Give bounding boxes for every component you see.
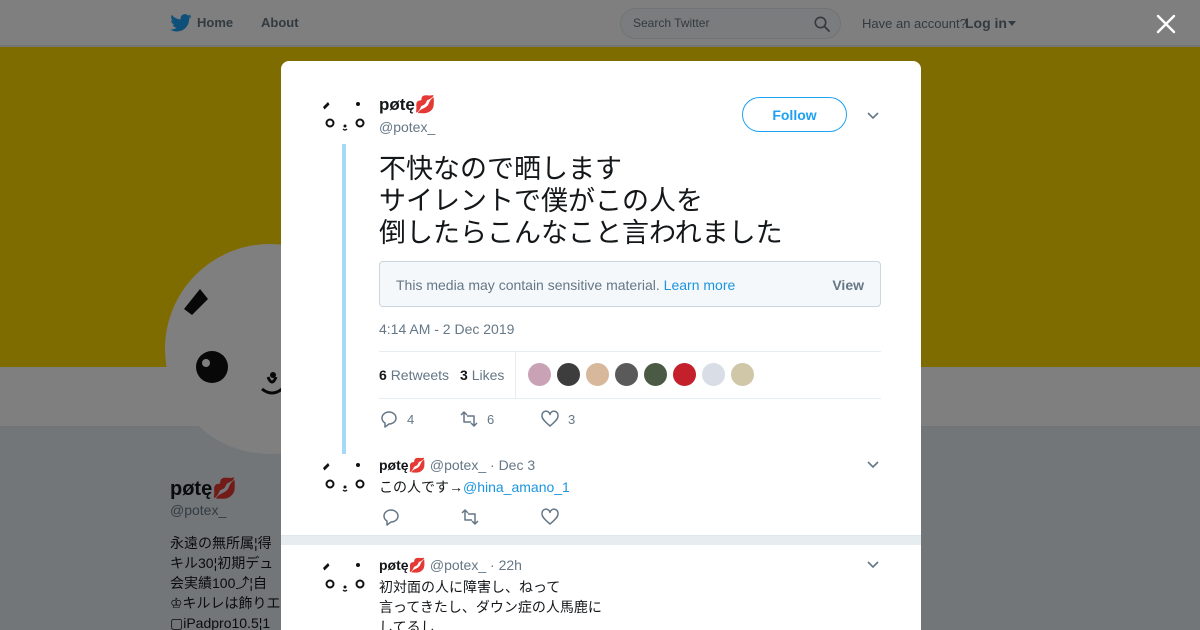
stats-divider [515,352,516,398]
retweets-count: 6 [379,367,387,383]
reply-author-avatar[interactable] [321,557,369,605]
thread-line [342,144,346,454]
tweet-timestamp[interactable]: 4:14 AM - 2 Dec 2019 [379,321,514,337]
chevron-down-icon[interactable] [867,112,879,120]
reply-text: この人です→@hina_amano_1 [379,477,570,497]
reply-tweet[interactable]: pøtę💋 @potex_ · Dec 3 この人です→@hina_amano_… [281,457,921,535]
chevron-down-icon[interactable] [867,461,879,469]
liker-avatar[interactable] [643,362,668,387]
learn-more-link[interactable]: Learn more [664,277,736,293]
view-media-button[interactable]: View [832,277,864,293]
likes-count: 3 [460,367,468,383]
liker-avatar[interactable] [730,362,755,387]
retweet-icon [461,509,479,525]
reply-separator [281,535,921,545]
heart-icon [541,508,559,525]
reply-header: pøtę💋 @potex_ · 22h [379,557,522,574]
sensitive-media-notice: This media may contain sensitive materia… [379,261,881,307]
liker-avatar[interactable] [527,362,552,387]
sensitive-text: This media may contain sensitive materia… [396,277,660,293]
reply-icon [381,411,397,428]
liker-avatar[interactable] [701,362,726,387]
reply-count: 4 [407,412,415,427]
liker-avatar[interactable] [585,362,610,387]
reply-body: この人です→ [379,479,463,495]
liker-avatar[interactable] [614,362,639,387]
tweet-author-avatar[interactable] [321,96,369,144]
reply-meta[interactable]: @potex_ · 22h [430,557,522,573]
heart-icon [541,410,559,427]
reply-header: pøtę💋 @potex_ · Dec 3 [379,457,535,474]
tweet-author-name[interactable]: pøtę💋 [379,95,436,115]
reply-author-name[interactable]: pøtę💋 [379,457,426,473]
retweets-stat[interactable]: 6 Retweets [379,367,449,383]
retweet-icon [460,411,478,427]
likes-label: Likes [471,367,505,383]
reply-tweet[interactable]: pøtę💋 @potex_ · 22h 初対面の人に障害し、ねって 言ってきたし… [281,557,921,630]
tweet-author-handle[interactable]: @potex_ [379,119,435,135]
reply-author-name[interactable]: pøtę💋 [379,557,426,573]
follow-button[interactable]: Follow [742,97,847,132]
liker-avatar[interactable] [672,362,697,387]
reply-author-avatar[interactable] [321,457,369,505]
liker-avatar[interactable] [556,362,581,387]
tweet-text: 不快なので晒します サイレントで僕がこの人を 倒したらこんなこと言われました [379,154,783,248]
sensitive-message: This media may contain sensitive materia… [396,277,735,293]
retweets-label: Retweets [390,367,450,383]
reply-text: 初対面の人に障害し、ねって 言ってきたし、ダウン症の人馬鹿に してるし [379,579,602,630]
like-count: 3 [568,412,576,427]
tweet-modal: pøtę💋 @potex_ Follow 不快なので晒します サイレントで僕がこ… [281,61,921,630]
retweet-count: 6 [487,412,495,427]
close-icon[interactable] [1156,14,1176,34]
chevron-down-icon[interactable] [867,561,879,569]
likes-stat[interactable]: 3 Likes [460,367,504,383]
reply-meta[interactable]: @potex_ · Dec 3 [430,457,535,473]
reply-icon [383,509,399,526]
tweet-stats: 6 Retweets 3 Likes [379,351,881,399]
mention-link[interactable]: @hina_amano_1 [463,479,570,495]
